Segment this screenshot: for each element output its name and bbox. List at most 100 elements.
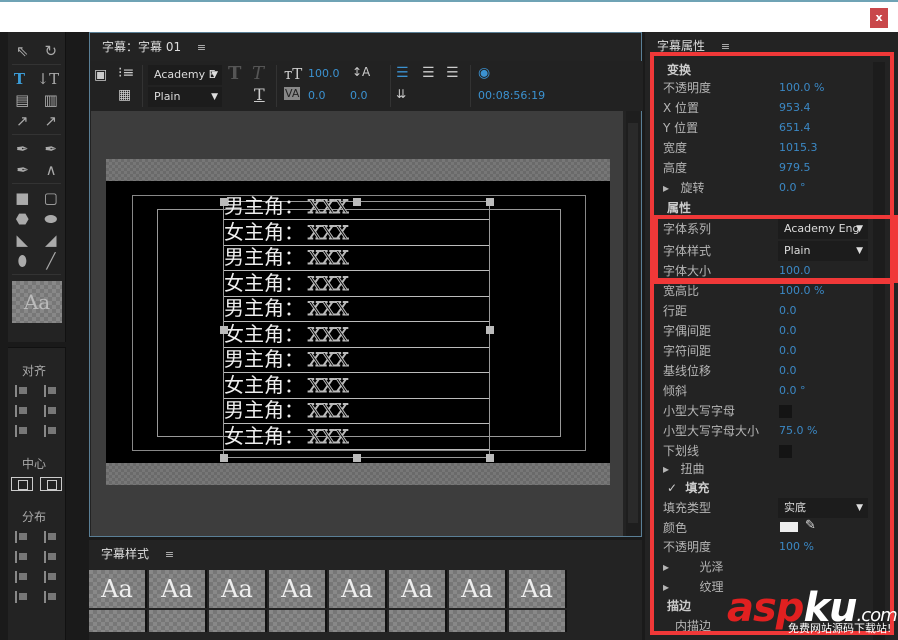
- distribute-left-icon[interactable]: [15, 531, 29, 543]
- align-bottom-icon[interactable]: [43, 425, 58, 437]
- line-tool-icon[interactable]: ╱: [46, 252, 55, 270]
- highlight-box: [650, 280, 894, 635]
- align-vcenter-icon[interactable]: [43, 405, 58, 417]
- title-canvas[interactable]: 女主角： XXX 男主角： XXX 女主角： XXX 男主角： XXX 女主角： XXX 男主角： X…: [91, 111, 623, 536]
- panel-menu-icon[interactable]: ≡: [197, 41, 206, 54]
- underline-icon[interactable]: T: [254, 85, 265, 104]
- style-swatch[interactable]: Aa: [389, 570, 447, 608]
- clipped-corner-tool-icon[interactable]: ⬣: [16, 210, 29, 228]
- styles-menu-icon[interactable]: ≡: [165, 548, 174, 561]
- path-type-tool-icon[interactable]: ↗: [16, 112, 29, 130]
- resize-handle[interactable]: [486, 454, 494, 462]
- center-vertical-icon[interactable]: [39, 477, 62, 491]
- canvas-scrollbar[interactable]: [626, 111, 640, 536]
- convert-anchor-tool-icon[interactable]: ∧: [46, 161, 57, 179]
- center-heading: 中心: [22, 457, 47, 471]
- font-size-value[interactable]: 100.0: [308, 67, 340, 80]
- role-label: 女主角：: [224, 219, 304, 244]
- align-heading: 对齐: [22, 364, 47, 378]
- video-frame: 女主角： XXX 男主角： XXX 女主角： XXX 男主角： XXX 女主角： XXX 男主角： X…: [106, 159, 610, 485]
- resize-handle[interactable]: [353, 198, 361, 206]
- bold-icon[interactable]: T: [228, 63, 241, 84]
- title-toolbar: ▣ ⁝≡ ▦ Academy E ▼ Plain ▼ T T T ᴛT 100.0 …: [90, 61, 643, 111]
- vertical-type-tool-icon[interactable]: ↓T: [37, 70, 60, 88]
- distribute-vspace-icon[interactable]: [43, 591, 58, 603]
- align-right-icon[interactable]: [15, 425, 29, 437]
- ellipse-tool-icon[interactable]: ⬮: [18, 252, 27, 270]
- timecode[interactable]: 00:08:56:19: [478, 89, 545, 102]
- role-name: XXX: [308, 196, 350, 219]
- style-swatch[interactable]: Aa: [509, 570, 567, 608]
- arc-tool-icon[interactable]: ◢: [45, 231, 57, 249]
- resize-handle[interactable]: [486, 198, 494, 206]
- rounded-corner-tool-icon[interactable]: ⬬: [44, 210, 57, 228]
- center-horizontal-icon[interactable]: [11, 477, 34, 491]
- style-swatch[interactable]: Aa: [329, 570, 387, 608]
- align-top-icon[interactable]: [43, 385, 58, 397]
- wedge-tool-icon[interactable]: ◣: [16, 231, 28, 249]
- kerning-value[interactable]: 0.0: [308, 89, 326, 102]
- watermark-subtitle: 免费网站源码下载站!: [788, 622, 892, 635]
- role-label: 女主角：: [224, 321, 304, 346]
- vertical-path-type-tool-icon[interactable]: ↗: [44, 112, 57, 130]
- type-tool-icon[interactable]: T: [14, 70, 25, 88]
- role-name: XXX: [308, 400, 350, 423]
- align-left-icon[interactable]: [15, 385, 29, 397]
- show-background-video-icon[interactable]: ◉: [478, 65, 490, 81]
- distribute-hcenter-icon[interactable]: [15, 551, 29, 563]
- selection-tool-icon[interactable]: ⇖: [16, 42, 29, 60]
- resize-handle[interactable]: [353, 454, 361, 462]
- templates-icon[interactable]: ▦: [118, 87, 131, 103]
- rotation-tool-icon[interactable]: ↻: [44, 42, 57, 60]
- style-swatch[interactable]: Aa: [89, 570, 147, 608]
- role-label: 男主角：: [224, 194, 304, 218]
- rectangle-tool-icon[interactable]: ■: [15, 189, 29, 207]
- delete-anchor-tool-icon[interactable]: ✒: [44, 140, 57, 158]
- style-swatch[interactable]: [449, 610, 507, 632]
- resize-handle[interactable]: [220, 454, 228, 462]
- tools-panel: ⇖ ↻ T ↓T ▤ ▥ ↗ ↗ ✒ ✒ ✒ ∧ ■ ▢ ⬣ ⬬ ◣ ◢ ⬮ ╱…: [8, 32, 66, 342]
- distribute-bottom-icon[interactable]: [43, 571, 58, 583]
- distribute-hspace-icon[interactable]: [15, 591, 29, 603]
- style-swatch[interactable]: [509, 610, 567, 632]
- distribute-top-icon[interactable]: [43, 531, 58, 543]
- style-swatch[interactable]: [209, 610, 267, 632]
- resize-handle[interactable]: [486, 326, 494, 334]
- new-title-icon[interactable]: ▣: [94, 67, 107, 83]
- style-swatch[interactable]: [149, 610, 207, 632]
- align-panel: 对齐 中心 分布: [8, 347, 66, 640]
- style-swatch[interactable]: [389, 610, 447, 632]
- resize-handle[interactable]: [220, 326, 228, 334]
- distribute-right-icon[interactable]: [15, 571, 29, 583]
- pen-tool-icon[interactable]: ✒: [16, 140, 29, 158]
- style-swatch[interactable]: Aa: [269, 570, 327, 608]
- align-hcenter-icon[interactable]: [15, 405, 29, 417]
- font-style-dropdown[interactable]: Plain ▼: [148, 87, 222, 107]
- vertical-area-type-tool-icon[interactable]: ▥: [44, 91, 58, 109]
- italic-icon[interactable]: T: [252, 63, 264, 84]
- font-family-dropdown[interactable]: Academy E ▼: [148, 65, 222, 85]
- close-button[interactable]: x: [870, 8, 888, 28]
- style-swatch[interactable]: Aa: [449, 570, 507, 608]
- style-swatch[interactable]: Aa: [149, 570, 207, 608]
- resize-handle[interactable]: [220, 198, 228, 206]
- roll-crawl-options-icon[interactable]: ⁝≡: [118, 65, 134, 81]
- leading-value[interactable]: 0.0: [350, 89, 368, 102]
- tab-stops-icon[interactable]: ⇊: [396, 87, 406, 101]
- role-label: 男主角：: [224, 245, 304, 269]
- style-swatch[interactable]: [329, 610, 387, 632]
- area-type-tool-icon[interactable]: ▤: [15, 91, 29, 109]
- add-anchor-tool-icon[interactable]: ✒: [16, 161, 29, 179]
- align-center-text-icon[interactable]: ☰: [422, 65, 435, 81]
- distribute-vcenter-icon[interactable]: [43, 551, 58, 563]
- style-swatch[interactable]: [89, 610, 147, 632]
- title-text-line: 男主角： XXX: [224, 398, 489, 425]
- rounded-rect-tool-icon[interactable]: ▢: [44, 189, 58, 207]
- style-swatch[interactable]: [269, 610, 327, 632]
- align-right-text-icon[interactable]: ☰: [446, 65, 459, 81]
- text-box[interactable]: 女主角： XXX 男主角： XXX 女主角： XXX 男主角： XXX 女主角： XXX 男主角： X…: [220, 194, 494, 462]
- role-name: XXX: [308, 349, 350, 372]
- align-left-text-icon[interactable]: ☰: [396, 65, 409, 81]
- title-styles-panel: 字幕样式 ≡ Aa Aa Aa Aa Aa Aa Aa Aa: [89, 540, 642, 640]
- style-swatch[interactable]: Aa: [209, 570, 267, 608]
